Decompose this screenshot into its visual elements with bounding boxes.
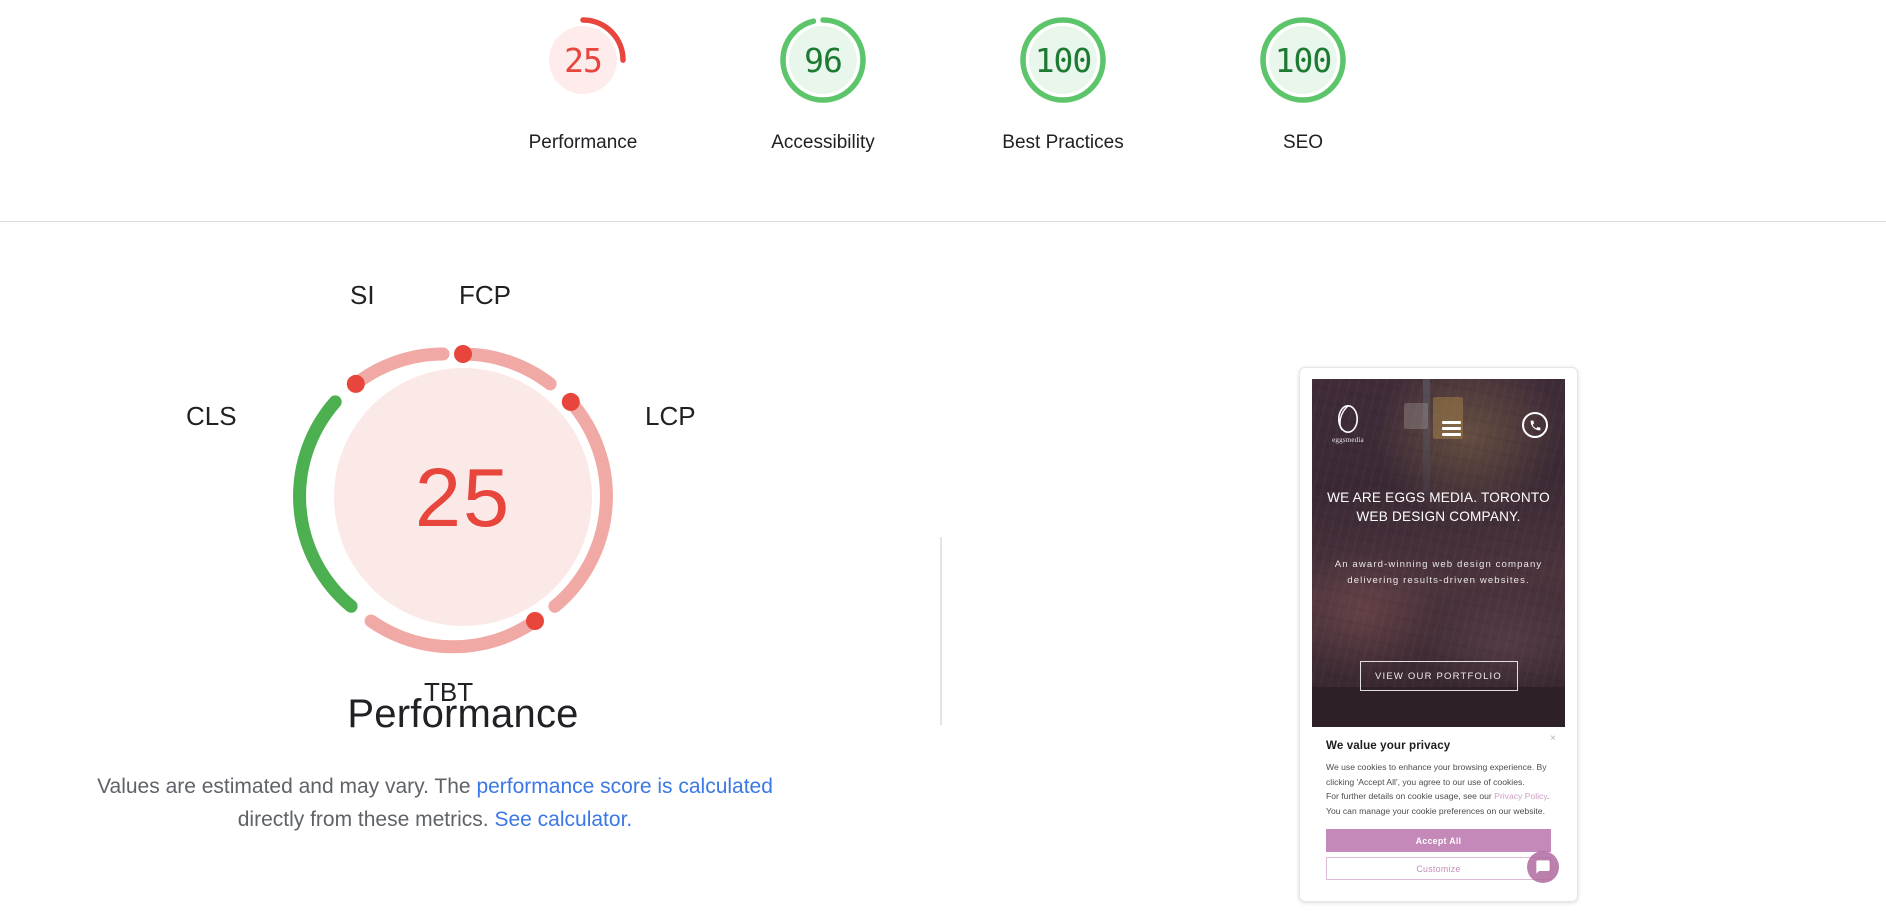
score-calculation-note: Values are estimated and may vary. The p… (35, 770, 835, 836)
hero-headline: WE ARE EGGS MEDIA. TORONTO WEB DESIGN CO… (1327, 490, 1550, 524)
site-logo[interactable]: eggsmedia (1331, 403, 1365, 444)
cookie-body-part-2: For further details on cookie usage, see… (1326, 791, 1495, 802)
score-item-performance[interactable]: 25 Performance (463, 12, 703, 154)
final-screenshot-thumbnail[interactable]: eggsmedia WE ARE EGGS MEDIA. TORONTO WEB… (1299, 367, 1578, 902)
score-label: Best Practices (1002, 132, 1124, 153)
thumbnail-viewport: eggsmedia WE ARE EGGS MEDIA. TORONTO WEB… (1312, 379, 1565, 891)
see-calculator-link[interactable]: See calculator. (494, 808, 632, 831)
metric-label-si[interactable]: SI (350, 280, 375, 311)
mini-gauge-best-practices: 100 (1015, 12, 1111, 108)
note-text-2: directly from these metrics. (237, 808, 489, 832)
mini-gauge-seo: 100 (1255, 12, 1351, 108)
mini-gauge-accessibility: 96 (775, 12, 871, 108)
view-portfolio-button[interactable]: VIEW OUR PORTFOLIO (1359, 661, 1518, 691)
lighthouse-report-view: 25 Performance 96 Accessibility 100 Best… (0, 0, 1886, 912)
score-item-seo[interactable]: 100 SEO (1183, 12, 1423, 154)
accept-all-button[interactable]: Accept All (1326, 829, 1551, 852)
metric-label-lcp[interactable]: LCP (645, 401, 696, 432)
mini-score-value: 25 (564, 40, 603, 80)
vertical-divider (940, 537, 942, 725)
score-label: Performance (528, 132, 638, 153)
score-item-best-practices[interactable]: 100 Best Practices (943, 12, 1183, 154)
metric-label-cls[interactable]: CLS (186, 401, 237, 432)
performance-radial-gauge: 25 FCP LCP TBT CLS SI (186, 280, 696, 707)
performance-score-calculated-link[interactable]: performance score is calculated (476, 775, 772, 798)
hamburger-menu-icon[interactable] (1442, 421, 1461, 439)
metric-label-tbt[interactable]: TBT (424, 677, 473, 708)
score-item-accessibility[interactable]: 96 Accessibility (703, 12, 943, 154)
metric-label-fcp[interactable]: FCP (459, 280, 511, 311)
hero-subheadline: An award-winning web design company deli… (1334, 559, 1543, 586)
cookie-banner-body: We use cookies to enhance your browsing … (1326, 760, 1551, 819)
privacy-policy-link[interactable]: Privacy Policy (1494, 791, 1547, 801)
note-text-1: Values are estimated and may vary. The (97, 775, 477, 798)
performance-detail-panel: 25 FCP LCP TBT CLS SI Performance Values… (0, 222, 1886, 912)
category-score-strip: 25 Performance 96 Accessibility 100 Best… (0, 0, 1886, 221)
close-icon[interactable]: × (1550, 733, 1556, 744)
cookie-banner-title: We value your privacy (1326, 738, 1451, 752)
mini-score-value: 100 (1034, 40, 1093, 80)
chat-widget-icon[interactable] (1527, 851, 1559, 883)
cookie-body-part-1: We use cookies to enhance your browsing … (1326, 761, 1547, 787)
egg-logo-icon (1336, 403, 1360, 434)
mini-score-value: 96 (804, 40, 843, 80)
customize-cookies-button[interactable]: Customize (1326, 857, 1551, 880)
performance-gauge-block: 25 FCP LCP TBT CLS SI Performance (183, 280, 743, 737)
mini-score-value: 100 (1274, 40, 1333, 80)
score-label: SEO (1282, 132, 1324, 153)
hero-section: eggsmedia WE ARE EGGS MEDIA. TORONTO WEB… (1312, 379, 1565, 687)
phone-icon[interactable] (1522, 412, 1548, 438)
logo-wordmark: eggsmedia (1332, 436, 1364, 444)
performance-score-value: 25 (414, 450, 512, 544)
mini-gauge-performance: 25 (535, 12, 631, 108)
score-label: Accessibility (771, 132, 875, 153)
